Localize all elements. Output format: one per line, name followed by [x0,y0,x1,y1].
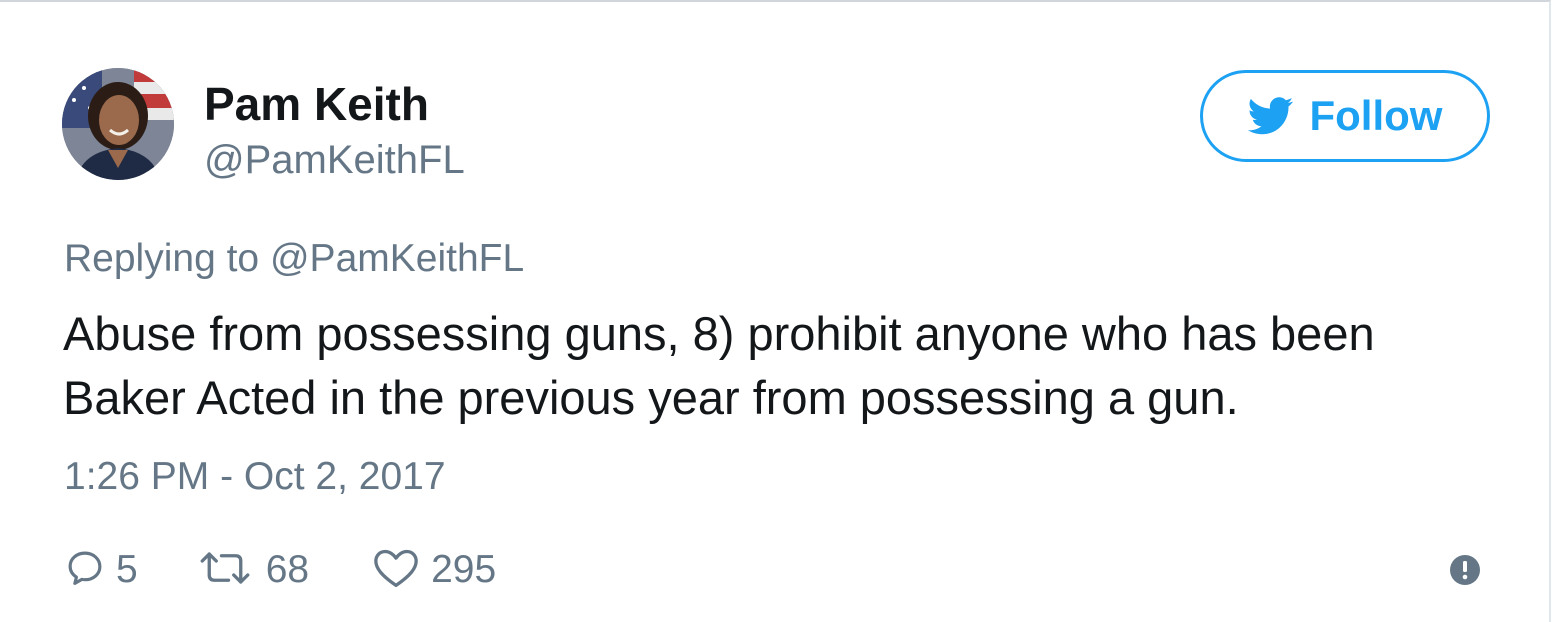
follow-button[interactable]: Follow [1200,70,1490,162]
retweet-count: 68 [265,548,310,591]
replying-to: Replying to @PamKeithFL [64,236,524,282]
retweet-icon [194,547,256,594]
replying-to-handle-link[interactable]: @PamKeithFL [270,237,524,280]
tweet-card: Pam Keith @PamKeithFL Follow Replying to… [0,0,1551,622]
heart-icon [371,546,421,595]
reply-button[interactable]: 5 [64,547,138,594]
twitter-bird-icon [1247,97,1294,135]
tweet-timestamp[interactable]: 1:26 PM - Oct 2, 2017 [64,454,446,500]
tweet-actions: 5 68 295 [64,544,496,596]
reply-bubble-icon [64,547,106,594]
retweet-button[interactable]: 68 [194,547,309,594]
author-name[interactable]: Pam Keith [204,78,429,130]
info-icon[interactable] [1449,554,1481,586]
reply-count: 5 [116,548,138,591]
like-count: 295 [431,548,497,591]
avatar[interactable] [62,68,174,180]
author-handle[interactable]: @PamKeithFL [204,136,465,184]
like-button[interactable]: 295 [371,546,496,595]
replying-to-prefix: Replying to [64,237,260,280]
tweet-text: Abuse from possessing guns, 8) prohibit … [63,307,1375,424]
follow-label: Follow [1309,92,1443,139]
